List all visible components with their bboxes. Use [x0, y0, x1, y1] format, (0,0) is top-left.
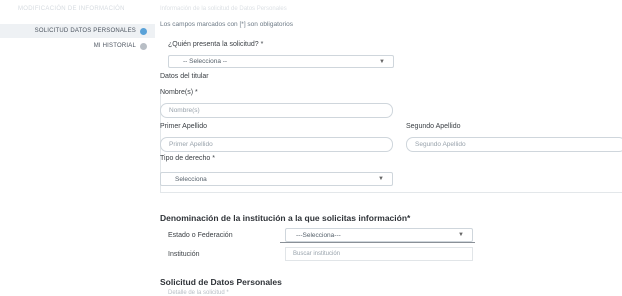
- nombre-label: Nombre(s) *: [160, 89, 198, 96]
- tipo-derecho-label: Tipo de derecho *: [160, 155, 215, 162]
- nombre-placeholder: Nombre(s): [169, 107, 200, 114]
- presenta-label: ¿Quién presenta la solicitud? *: [168, 41, 264, 48]
- history-indicator-icon: [140, 42, 147, 50]
- segundo-apellido-label: Segundo Apellido: [406, 123, 461, 130]
- faded-header: Información de la solicitud de Datos Per…: [160, 6, 287, 12]
- estado-select-value: ---Selecciona---: [296, 231, 341, 239]
- institucion-heading: Denominación de la institución a la que …: [160, 213, 411, 223]
- estado-label: Estado o Federación: [168, 232, 233, 239]
- active-indicator-icon: [140, 27, 147, 35]
- presenta-select-value: -- Selecciona --: [183, 58, 228, 65]
- estado-select[interactable]: ---Selecciona--- ▼: [285, 228, 473, 242]
- sidebar: MODIFICACIÓN DE INFORMACIÓN SOLICITUD DA…: [0, 0, 155, 296]
- sidebar-item-solicitud-datos-personales[interactable]: SOLICITUD DATOS PERSONALES: [0, 24, 155, 38]
- titular-heading: Datos del titular: [160, 73, 209, 80]
- chevron-down-icon: ▼: [458, 232, 464, 238]
- institucion-label: Institución: [168, 251, 200, 258]
- detalle-label: Detalle de la solicitud *: [168, 290, 229, 296]
- solicitud-heading: Solicitud de Datos Personales: [160, 277, 282, 287]
- required-note: Los campos marcados con [*] son obligato…: [160, 21, 293, 28]
- institucion-placeholder: Buscar institución: [293, 251, 341, 257]
- primer-apellido-input[interactable]: Primer Apellido: [160, 137, 393, 152]
- chevron-down-icon: ▼: [378, 176, 384, 182]
- segundo-apellido-placeholder: Segundo Apellido: [415, 141, 466, 148]
- institucion-search-input[interactable]: Buscar institución: [285, 247, 473, 261]
- tipo-derecho-select[interactable]: Selecciona ▼: [160, 172, 393, 186]
- primer-apellido-label: Primer Apellido: [160, 123, 208, 130]
- form-area: Información de la solicitud de Datos Per…: [160, 0, 622, 296]
- chevron-down-icon: ▼: [379, 58, 385, 65]
- segundo-apellido-input[interactable]: Segundo Apellido: [406, 137, 622, 152]
- tipo-derecho-value: Selecciona: [175, 175, 207, 183]
- nombre-input[interactable]: Nombre(s): [160, 103, 393, 118]
- primer-apellido-placeholder: Primer Apellido: [169, 141, 213, 148]
- sidebar-item-label: MI HISTORIAL: [93, 43, 136, 49]
- sidebar-item-modificacion[interactable]: MODIFICACIÓN DE INFORMACIÓN: [18, 6, 125, 12]
- select-underline: [280, 242, 475, 243]
- sidebar-item-label: SOLICITUD DATOS PERSONALES: [34, 28, 136, 34]
- sidebar-item-mi-historial[interactable]: MI HISTORIAL: [0, 40, 155, 52]
- presenta-select[interactable]: -- Selecciona -- ▼: [168, 55, 394, 68]
